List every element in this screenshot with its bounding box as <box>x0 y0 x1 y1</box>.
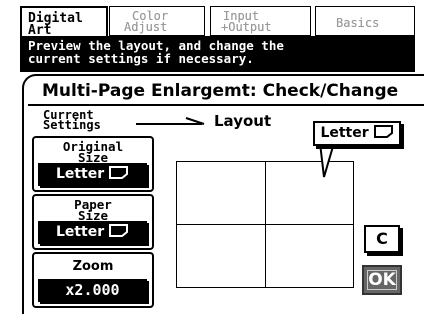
paper-size-value-text: Letter <box>55 224 105 240</box>
tab-color-adjust[interactable]: Color Adjust <box>109 6 205 36</box>
paper-size-button[interactable]: Paper Size Letter <box>32 194 154 250</box>
preview-paper-callout: Letter <box>313 121 401 146</box>
paper-size-label: Paper Size <box>34 198 152 223</box>
paper-size-label-line2: Size <box>77 208 109 223</box>
ok-button[interactable]: OK <box>362 265 402 295</box>
tab-label-line1: Basics <box>336 16 380 30</box>
tab-digital-art[interactable]: Digital Art <box>20 6 108 38</box>
grid-horizontal-divider <box>177 224 353 225</box>
instruction-bar: Preview the layout, and change the curre… <box>20 36 415 72</box>
tab-label-line2: Adjust <box>124 20 168 34</box>
zoom-label: Zoom <box>72 259 114 274</box>
landscape-paper-icon <box>109 166 129 179</box>
original-size-label-line2: Size <box>77 150 109 165</box>
instruction-line2: current settings if necessary. <box>28 51 254 66</box>
callout-pointer <box>319 143 335 178</box>
zoom-button[interactable]: Zoom x2.000 <box>32 252 154 308</box>
current-settings-label: Current Settings <box>43 109 101 132</box>
preview-paper-text: Letter <box>320 125 369 141</box>
arrow-right-icon <box>136 117 205 125</box>
original-size-value-text: Letter <box>55 166 105 182</box>
paper-size-value: Letter <box>38 221 147 244</box>
panel-title: Multi-Page Enlargemt: Check/Change <box>42 81 399 101</box>
landscape-paper-icon <box>109 224 129 237</box>
tab-input-output[interactable]: Input +Output <box>210 6 311 36</box>
original-size-value: Letter <box>38 163 147 186</box>
tab-label-line2: Art <box>28 23 52 38</box>
title-divider <box>28 104 424 106</box>
layout-preview-grid <box>176 161 354 288</box>
tab-label-line2: +Output <box>221 20 272 34</box>
zoom-value: x2.000 <box>38 279 147 302</box>
original-size-label: Original Size <box>34 140 152 165</box>
layout-label: Layout <box>214 112 272 130</box>
tab-basics[interactable]: Basics <box>315 6 415 36</box>
original-size-button[interactable]: Original Size Letter <box>32 136 154 192</box>
landscape-paper-icon <box>373 125 393 138</box>
current-settings-line2: Settings <box>43 118 101 132</box>
ok-button-label: OK <box>368 270 396 290</box>
clear-button[interactable]: C <box>364 225 400 253</box>
